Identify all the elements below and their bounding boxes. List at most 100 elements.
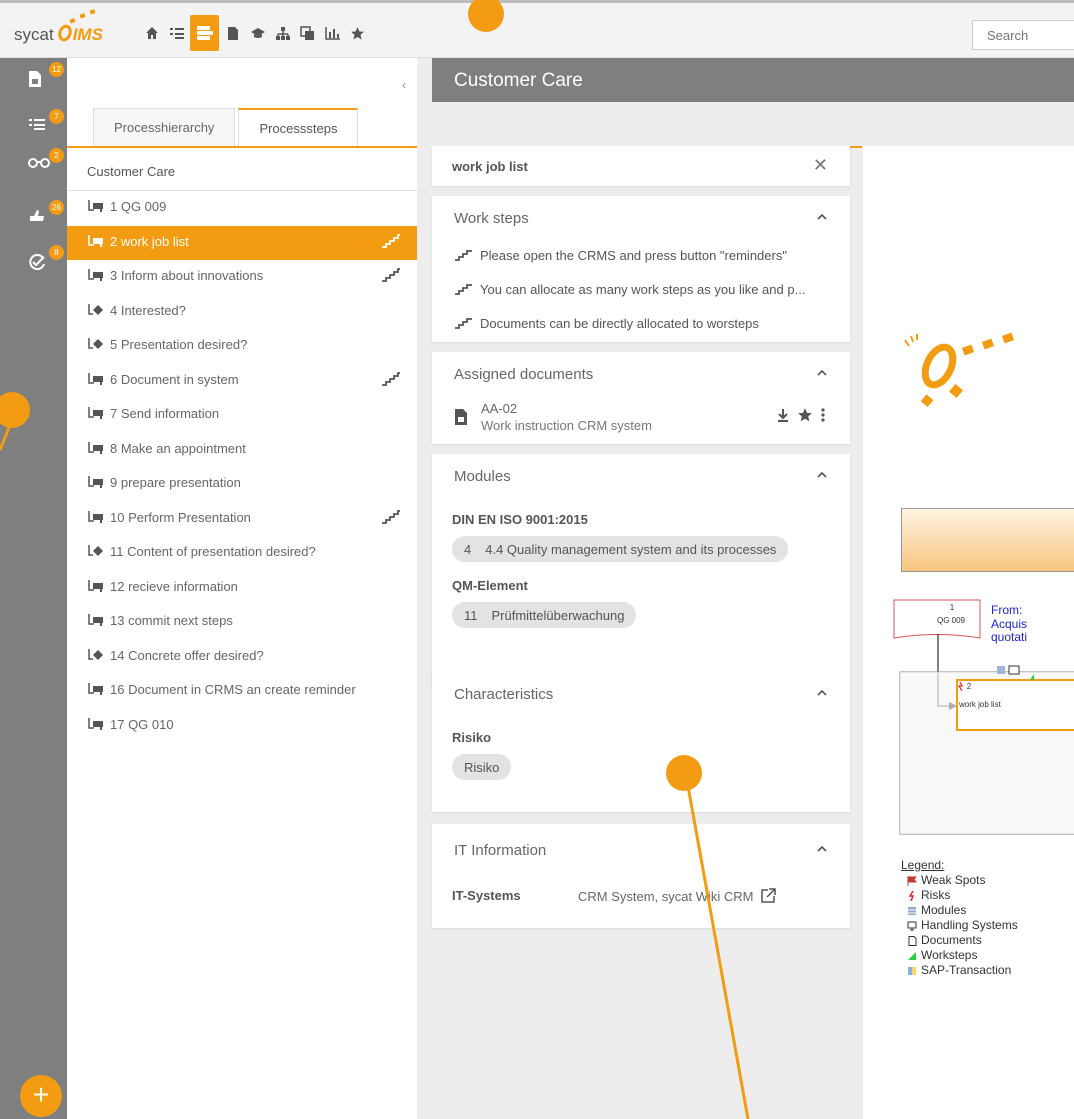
- assigned-documents-card: Assigned documents AA-02 Work instructio…: [432, 352, 850, 444]
- search-input[interactable]: [972, 20, 1074, 50]
- characteristics-header[interactable]: Characteristics: [432, 672, 850, 714]
- process-step-item[interactable]: 10 Perform Presentation: [67, 502, 417, 537]
- tab-processsteps[interactable]: Processsteps: [238, 108, 359, 146]
- it-title: IT Information: [454, 842, 547, 859]
- process-step-label: 2 work job list: [110, 233, 189, 249]
- download-icon[interactable]: [776, 407, 790, 423]
- app-logo[interactable]: sycat IMS: [14, 9, 103, 45]
- more-vertical-icon[interactable]: [820, 407, 826, 423]
- star-icon[interactable]: [346, 19, 369, 47]
- process-step-item[interactable]: 11 Content of presentation desired?: [67, 536, 417, 571]
- chevron-up-icon[interactable]: [816, 212, 828, 220]
- legend-weak-spots: Weak Spots: [907, 873, 1018, 888]
- work-steps-header[interactable]: Work steps: [432, 196, 850, 238]
- star-icon[interactable]: [797, 407, 813, 423]
- chevron-up-icon[interactable]: [816, 470, 828, 478]
- process-step-label: 7 Send information: [110, 406, 220, 421]
- process-step-item[interactable]: 4 Interested?: [67, 295, 417, 330]
- chart-icon[interactable]: [321, 19, 344, 47]
- home-icon[interactable]: [140, 19, 163, 47]
- main-content: Customer Care work job list ✕ Work steps…: [432, 58, 1074, 1119]
- chevron-up-icon[interactable]: [816, 688, 828, 696]
- legend-modules: Modules: [907, 903, 1018, 918]
- thumbs-icon: [30, 210, 44, 221]
- sidebar-feedback[interactable]: 26: [28, 200, 64, 230]
- collapse-panel-button[interactable]: ‹: [402, 78, 406, 92]
- modules-header[interactable]: Modules: [432, 454, 850, 496]
- process-step-icon: [88, 372, 103, 385]
- list-icon[interactable]: [165, 19, 188, 47]
- process-step-item[interactable]: 16 Document in CRMS an create reminder: [67, 674, 417, 709]
- document-item[interactable]: AA-02 Work instruction CRM system: [432, 394, 850, 442]
- chevron-up-icon[interactable]: [816, 844, 828, 852]
- workstep-icon: [455, 318, 472, 329]
- module-chip-number: 4: [464, 541, 472, 557]
- process-step-item[interactable]: 2 work job list: [67, 225, 417, 260]
- process-step-icon: [88, 614, 103, 626]
- legend-sap-transaction: SAP-Transaction: [907, 963, 1018, 978]
- documents-header[interactable]: Assigned documents: [432, 352, 850, 394]
- characteristics-title: Characteristics: [454, 686, 554, 703]
- monitor-icon: [907, 921, 917, 930]
- sidebar-checklist[interactable]: 7: [28, 109, 64, 139]
- process-icon[interactable]: [190, 15, 219, 51]
- legend-label: Risks: [921, 888, 951, 902]
- it-header[interactable]: IT Information: [432, 828, 850, 870]
- diagram-prev-label[interactable]: QG 009: [921, 616, 981, 625]
- chevron-up-icon[interactable]: [816, 368, 828, 376]
- module-chip[interactable]: 4 4.4 Quality management system and its p…: [452, 536, 789, 562]
- glasses-icon: [28, 158, 50, 168]
- add-button[interactable]: +: [20, 1075, 62, 1117]
- worksteps-icon: [382, 509, 400, 524]
- process-diagram-graphic: [893, 599, 1074, 835]
- hierarchy-icon[interactable]: [271, 19, 294, 47]
- characteristic-chip[interactable]: Risiko: [452, 754, 512, 780]
- tab-processhierarchy[interactable]: Processhierarchy: [93, 108, 236, 146]
- document-icon: [455, 409, 467, 425]
- work-step-item[interactable]: Please open the CRMS and press button "r…: [432, 238, 850, 272]
- process-step-item[interactable]: 12 recieve information: [67, 571, 417, 606]
- graduation-icon[interactable]: [246, 19, 269, 47]
- worksteps-icon: [382, 268, 400, 282]
- legend-documents: Documents: [907, 933, 1018, 948]
- legend-label: Modules: [921, 903, 967, 917]
- process-step-icon: [88, 476, 103, 488]
- sidebar-read[interactable]: 2: [28, 148, 64, 178]
- it-systems-link[interactable]: CRM System, sycat Wiki CRM: [578, 888, 776, 904]
- worksteps-icon: [382, 371, 400, 386]
- process-step-item[interactable]: 5 Presentation desired?: [67, 329, 417, 364]
- process-step-item[interactable]: 1 QG 009: [67, 191, 417, 226]
- legend-label: Documents: [921, 933, 982, 947]
- work-step-item[interactable]: You can allocate as many work steps as y…: [432, 272, 850, 306]
- process-step-item[interactable]: 9 prepare presentation: [67, 467, 417, 502]
- process-step-label: 16 Document in CRMS an create reminder: [110, 682, 356, 697]
- legend-label: SAP-Transaction: [921, 963, 1012, 977]
- top-bar: sycat IMS: [0, 0, 1074, 58]
- diagram-from-sub2[interactable]: quotati: [991, 630, 1027, 644]
- work-step-item[interactable]: Documents can be directly allocated to w…: [432, 306, 850, 340]
- work-step-label: Documents can be directly allocated to w…: [480, 315, 759, 331]
- decision-icon: [88, 303, 103, 315]
- process-step-item[interactable]: 17 QG 010: [67, 709, 417, 744]
- documents-title: Assigned documents: [454, 366, 594, 383]
- process-step-item[interactable]: 13 commit next steps: [67, 605, 417, 640]
- copy-icon[interactable]: [296, 19, 319, 47]
- process-step-list: 1 QG 009 2 work job list 3 Inform about in…: [67, 191, 417, 743]
- sidebar-approvals[interactable]: 8: [28, 245, 64, 275]
- process-step-item[interactable]: 7 Send information: [67, 398, 417, 433]
- process-step-icon: [88, 407, 103, 419]
- legend-handling-systems: Handling Systems: [907, 918, 1018, 933]
- process-step-icon: [88, 579, 103, 592]
- process-step-item[interactable]: 14 Concrete offer desired?: [67, 640, 417, 675]
- sidebar-documents[interactable]: 12: [28, 62, 64, 92]
- document-icon[interactable]: [221, 19, 244, 47]
- logo-dots-icon: [69, 9, 96, 24]
- process-step-item[interactable]: 3 Inform about innovations: [67, 260, 417, 295]
- close-icon[interactable]: ✕: [813, 155, 828, 176]
- process-step-item[interactable]: 8 Make an appointment: [67, 433, 417, 468]
- diagram-from-sub1[interactable]: Acquis: [991, 617, 1027, 631]
- module-chip[interactable]: 11 Prüfmittelüberwachung: [452, 602, 637, 628]
- process-step-item[interactable]: 6 Document in system: [67, 364, 417, 399]
- legend-worksteps: Worksteps: [907, 948, 1018, 963]
- diagram-cur-label[interactable]: work job list: [959, 700, 1001, 709]
